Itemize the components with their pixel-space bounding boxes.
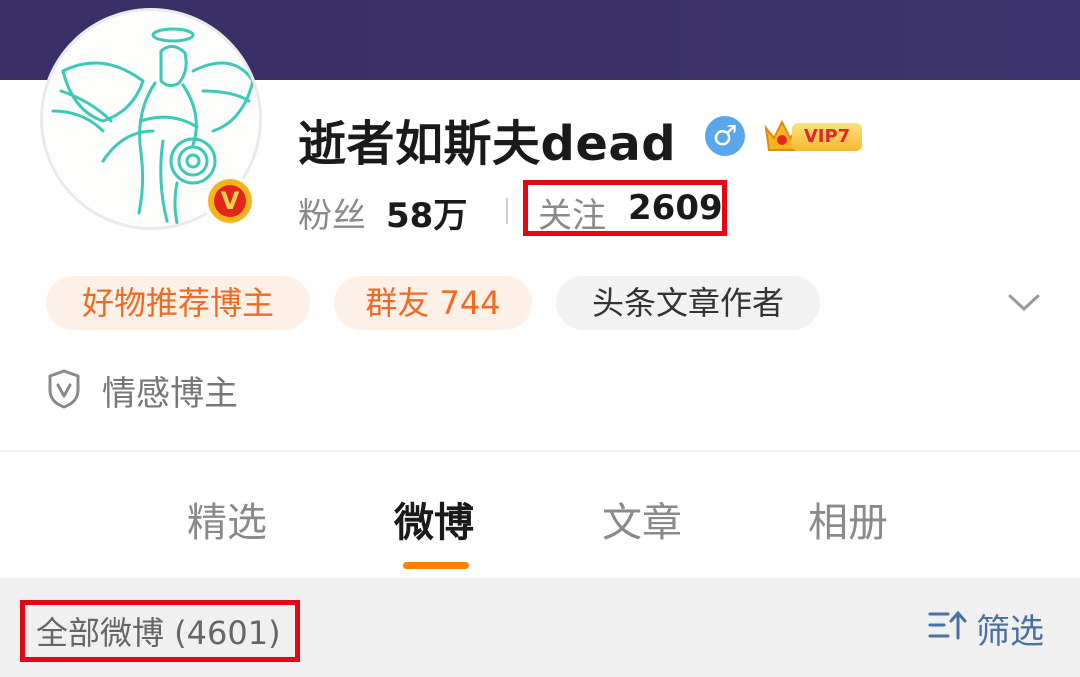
male-icon: ♂	[705, 116, 745, 156]
tag-headline-author[interactable]: 头条文章作者	[556, 276, 820, 330]
stats-divider	[506, 198, 508, 224]
emotion-blogger-label: 情感博主	[102, 374, 238, 414]
username: 逝者如斯夫dead	[298, 116, 677, 172]
tab-articles[interactable]: 文章	[602, 490, 682, 548]
vip-badge[interactable]: VIP7	[762, 114, 864, 156]
chevron-down-icon[interactable]	[1006, 290, 1042, 314]
verified-v-icon: V	[214, 185, 246, 217]
following-highlight-box	[523, 180, 727, 236]
tab-weibo[interactable]: 微博	[394, 490, 474, 548]
fans-label[interactable]: 粉丝	[298, 188, 366, 237]
tab-albums[interactable]: 相册	[808, 490, 888, 548]
active-tab-indicator	[403, 562, 469, 569]
section-divider	[0, 450, 1080, 452]
fans-value[interactable]: 58万	[386, 188, 467, 237]
all-weibo-highlight-box	[20, 600, 300, 662]
tab-featured[interactable]: 精选	[187, 490, 267, 548]
filter-sort-icon	[928, 610, 967, 640]
tag-group-friends[interactable]: 群友 744	[334, 276, 532, 330]
shield-v-icon	[48, 369, 80, 409]
filter-label: 筛选	[976, 612, 1044, 652]
profile-tabs: 精选 微博 文章 相册	[0, 490, 1080, 570]
vip-level-label: VIP7	[792, 123, 862, 151]
tag-goods-recommend[interactable]: 好物推荐博主	[46, 276, 310, 330]
verified-badge: V	[204, 175, 256, 227]
